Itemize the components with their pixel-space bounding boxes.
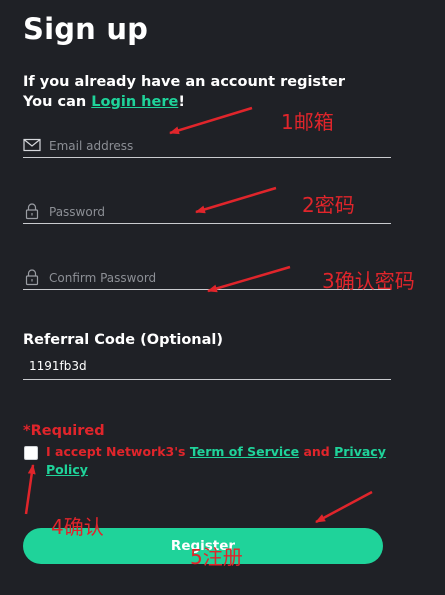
lock-icon xyxy=(25,269,39,286)
login-link[interactable]: Login here xyxy=(91,94,178,110)
annotation-step2: 2密码 xyxy=(302,193,355,217)
lock-icon xyxy=(25,203,39,220)
terms-prefix: I accept Network3's xyxy=(46,444,190,459)
intro-line-2-suffix: ! xyxy=(178,94,185,110)
signup-page: Sign up If you already have an account r… xyxy=(0,0,445,595)
terms-middle: and xyxy=(299,444,335,459)
referral-code-field[interactable]: 1191fb3d xyxy=(23,352,391,380)
terms-of-service-link[interactable]: Term of Service xyxy=(190,444,299,459)
confirm-password-placeholder: Confirm Password xyxy=(49,271,157,285)
intro-line-2-prefix: You can xyxy=(23,94,92,110)
arrow-step4 xyxy=(24,464,36,515)
terms-text: I accept Network3's Term of Service and … xyxy=(46,443,386,479)
annotation-step4: 4确认 xyxy=(51,515,104,539)
arrow-step5 xyxy=(315,490,373,524)
password-placeholder: Password xyxy=(49,205,106,219)
page-title: Sign up xyxy=(23,12,149,46)
annotation-step5: 5注册 xyxy=(190,545,243,569)
required-label: *Required xyxy=(23,423,105,439)
referral-label: Referral Code (Optional) xyxy=(23,332,224,348)
referral-code-value: 1191fb3d xyxy=(29,359,87,373)
email-field[interactable]: Email address xyxy=(23,134,391,158)
annotation-step1: 1邮箱 xyxy=(281,110,334,134)
terms-checkbox[interactable] xyxy=(24,446,38,460)
mail-icon xyxy=(23,138,41,152)
email-placeholder: Email address xyxy=(49,139,134,153)
intro-line-1: If you already have an account register xyxy=(23,74,345,90)
annotation-step3: 3确认密码 xyxy=(322,269,415,293)
